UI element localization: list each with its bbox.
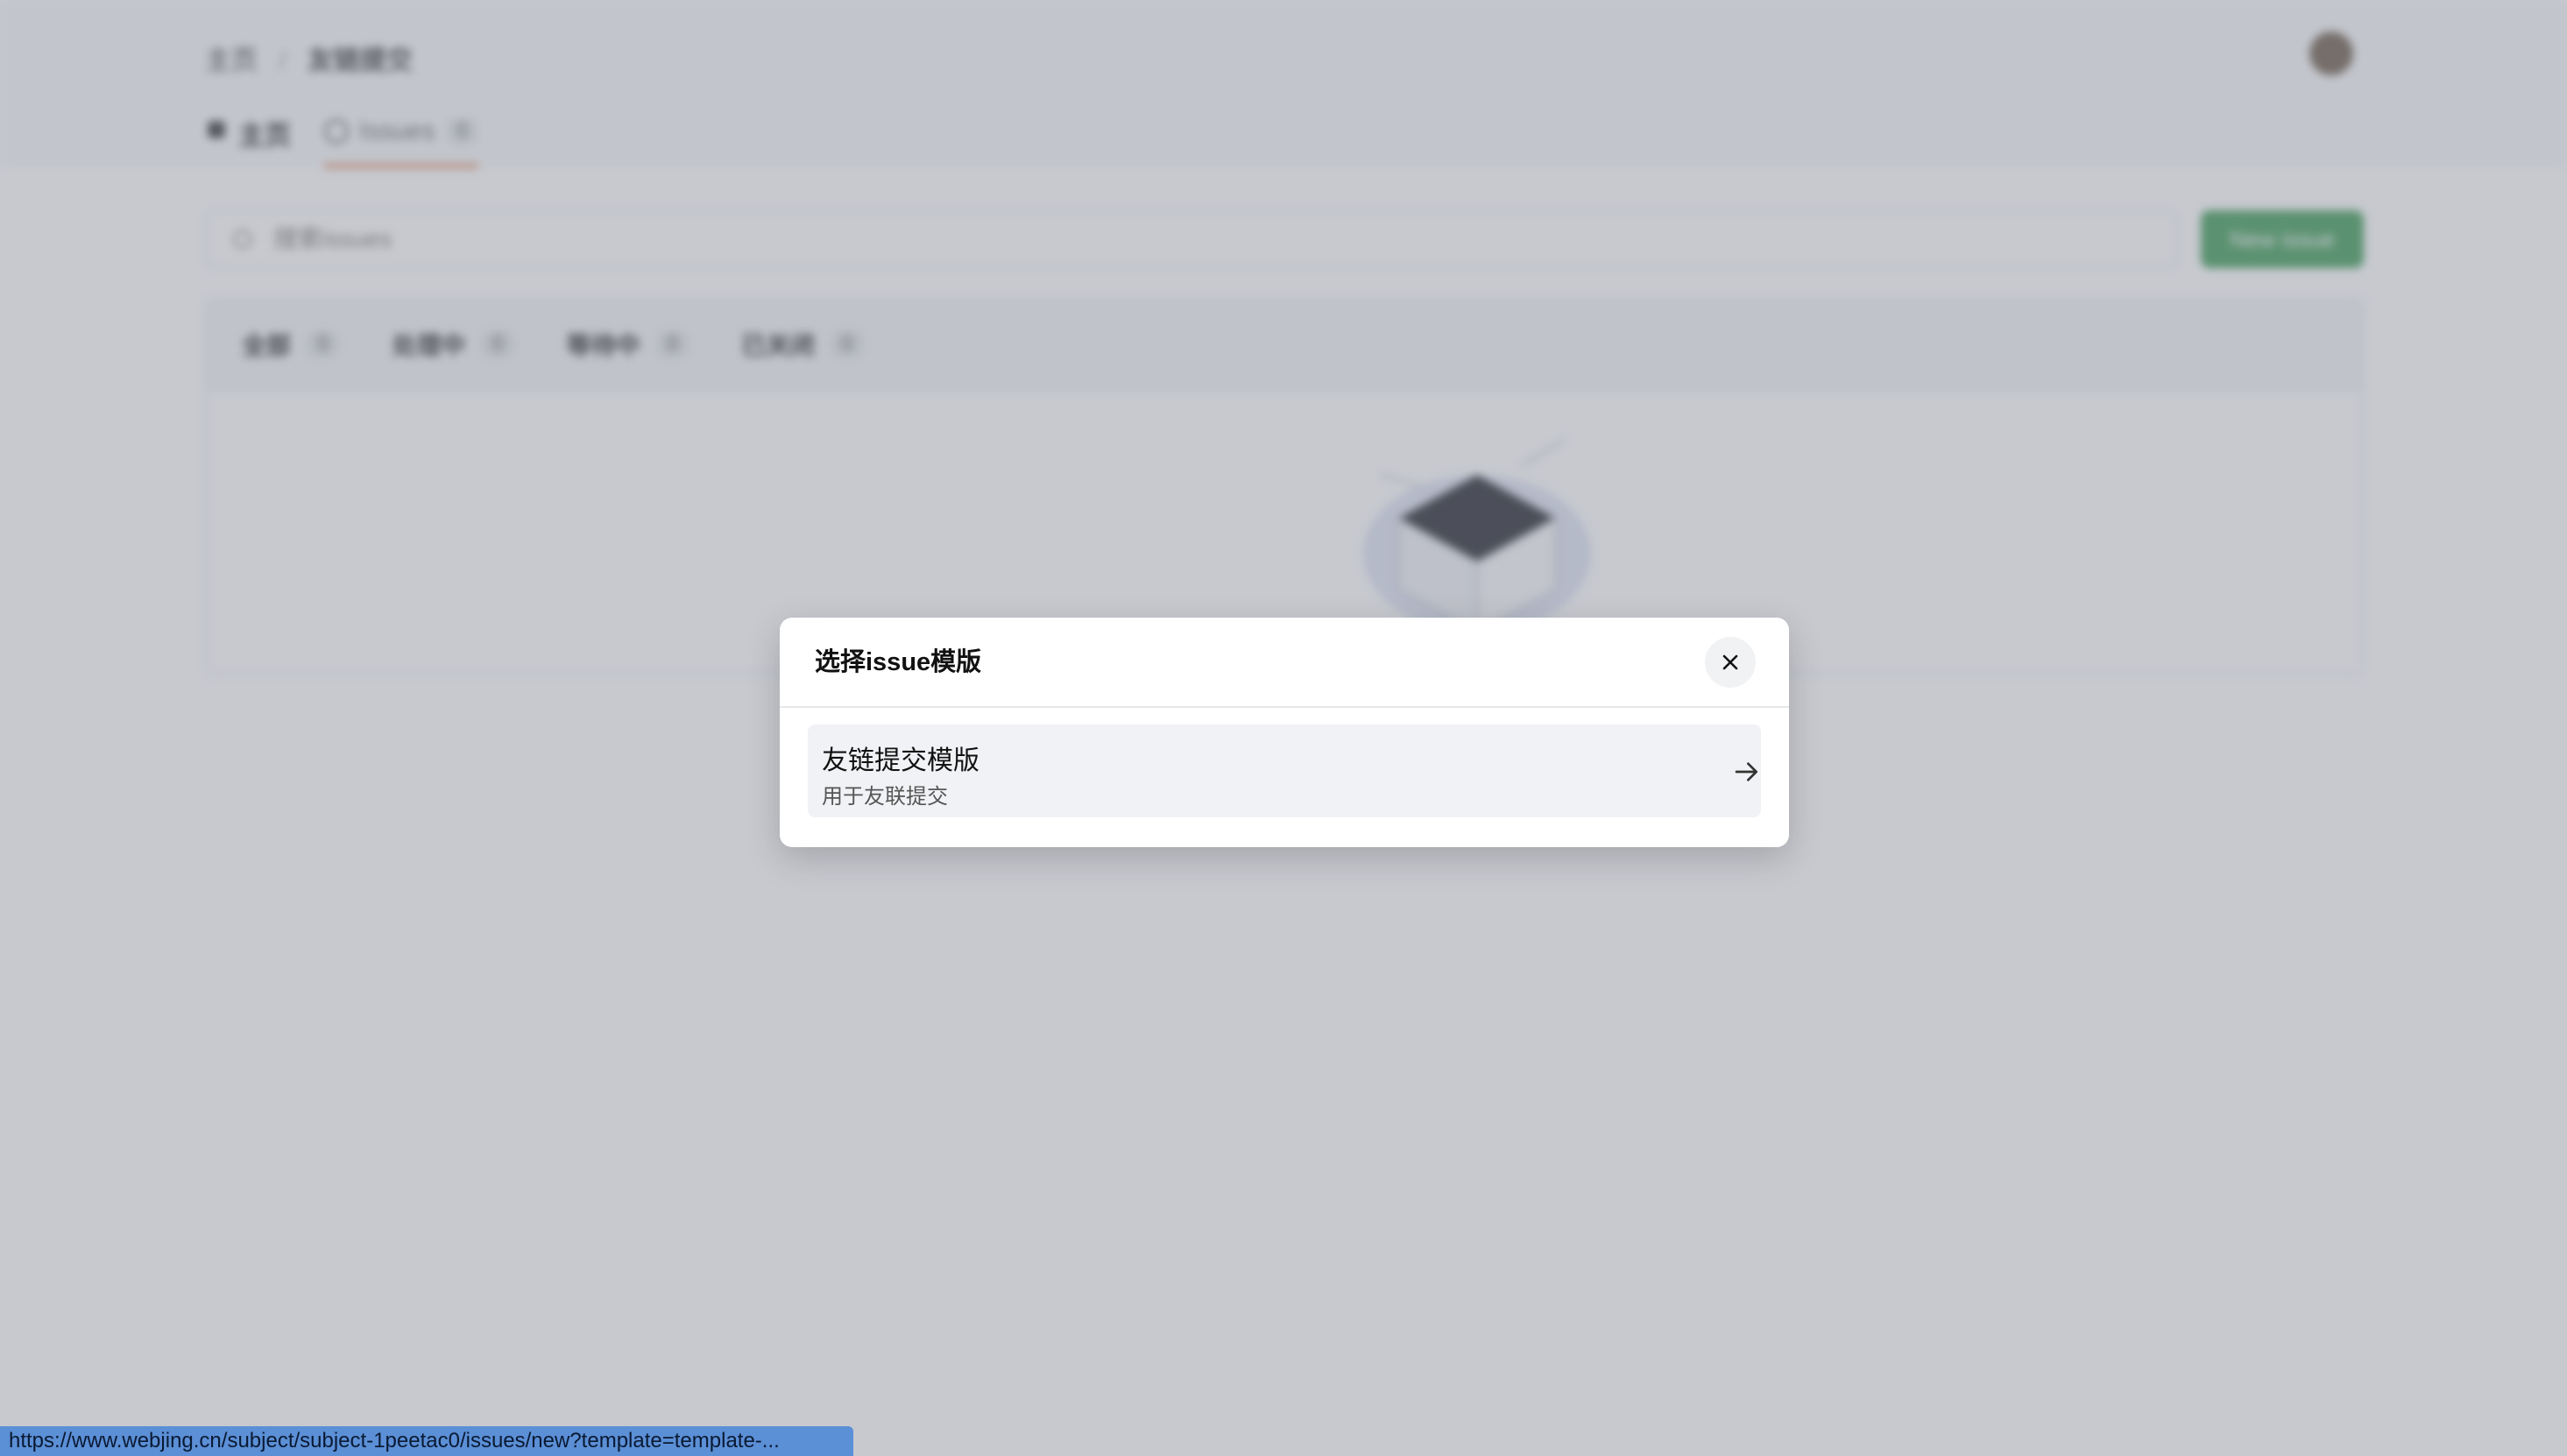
status-bar-url: https://www.webjing.cn/subject/subject-1…	[0, 1426, 853, 1456]
template-option[interactable]: 友链提交模版 用于友联提交	[808, 724, 1761, 817]
dialog-header: 选择issue模版	[780, 618, 1789, 708]
template-name: 友链提交模版	[822, 746, 979, 775]
template-select-dialog: 选择issue模版 友链提交模版 用于友联提交	[780, 618, 1789, 847]
template-description: 用于友联提交	[822, 785, 948, 809]
close-icon	[1722, 654, 1738, 670]
arrow-right-icon	[1735, 762, 1757, 781]
dialog-title: 选择issue模版	[815, 648, 982, 676]
close-button[interactable]	[1705, 637, 1756, 688]
